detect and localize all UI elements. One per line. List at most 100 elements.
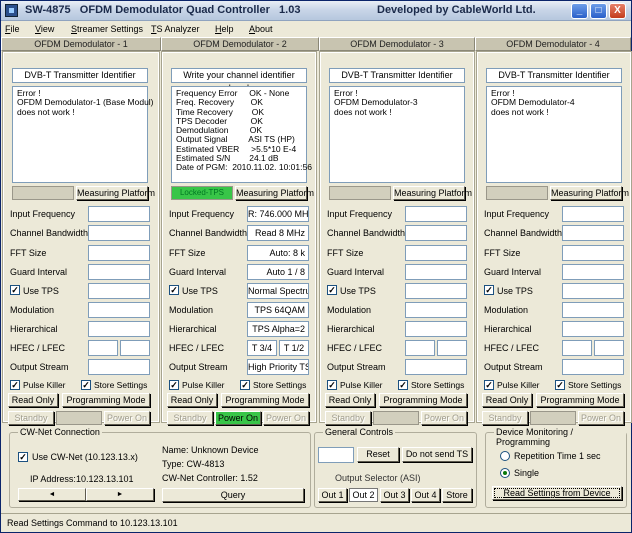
- out-4-button[interactable]: Out 4: [411, 488, 440, 502]
- lock-status-4: [486, 186, 548, 200]
- power-on-button-2[interactable]: Power On: [263, 411, 309, 425]
- hier-field-1: [88, 321, 150, 337]
- label-freq-2: Input Frequency: [169, 209, 235, 219]
- query-button[interactable]: Query: [162, 488, 304, 502]
- repetition-radio[interactable]: [500, 451, 510, 461]
- label-freq-4: Input Frequency: [484, 209, 550, 219]
- label-guard-3: Guard Interval: [327, 267, 385, 277]
- cwnet-controller: CW-Net Controller: 1.52: [162, 473, 258, 483]
- read-only-button-3[interactable]: Read Only: [325, 393, 375, 407]
- fft-field-1: [88, 245, 150, 261]
- programming-mode-button-4[interactable]: Programming Mode: [536, 393, 624, 407]
- label-guard-1: Guard Interval: [10, 267, 68, 277]
- use-cwnet-checkbox[interactable]: ✓: [18, 452, 28, 462]
- pulse-killer-checkbox-4[interactable]: ✓: [484, 380, 494, 390]
- bw-field-2: Read 8 MHz: [247, 225, 309, 241]
- close-button[interactable]: X: [609, 3, 626, 19]
- use-tps-label-4: Use TPS: [497, 286, 533, 296]
- label-hier-4: Hierarchical: [484, 324, 532, 334]
- use-tps-checkbox-4[interactable]: ✓: [484, 285, 494, 295]
- store-settings-checkbox-1[interactable]: ✓: [81, 380, 91, 390]
- use-tps-checkbox-2[interactable]: ✓: [169, 285, 179, 295]
- read-only-button-4[interactable]: Read Only: [482, 393, 532, 407]
- menu-about[interactable]: About: [249, 24, 273, 34]
- pulse-killer-checkbox-2[interactable]: ✓: [169, 380, 179, 390]
- single-radio[interactable]: [500, 468, 510, 478]
- lfec-field-3: [437, 340, 467, 356]
- pulse-killer-checkbox-3[interactable]: ✓: [327, 380, 337, 390]
- mod-field-3: [405, 302, 467, 318]
- use-tps-checkbox-3[interactable]: ✓: [327, 285, 337, 295]
- channel-id-title-3[interactable]: DVB-T Transmitter Identifier: [329, 68, 465, 83]
- channel-id-title-1[interactable]: DVB-T Transmitter Identifier: [12, 68, 148, 83]
- channel-header-2: OFDM Demodulator - 2: [161, 37, 319, 51]
- use-tps-checkbox-1[interactable]: ✓: [10, 285, 20, 295]
- store-settings-checkbox-2[interactable]: ✓: [240, 380, 250, 390]
- standby-button-2[interactable]: Standby: [167, 411, 213, 425]
- read-only-button-2[interactable]: Read Only: [167, 393, 217, 407]
- store-settings-checkbox-3[interactable]: ✓: [398, 380, 408, 390]
- spectrum-field-1: [88, 283, 150, 299]
- label-fft-4: FFT Size: [484, 248, 521, 258]
- channel-panel-3: DVB-T Transmitter Identifier Error ! OFDM …: [319, 51, 475, 425]
- power-status-3: [373, 411, 419, 425]
- minimize-button[interactable]: _: [571, 3, 588, 19]
- store-settings-label-3: Store Settings: [411, 380, 465, 390]
- read-settings-button[interactable]: Read Settings from Device: [492, 486, 622, 500]
- stream-field-1: [88, 359, 150, 375]
- standby-button-3[interactable]: Standby: [325, 411, 371, 425]
- menu-ts-analyzer[interactable]: TS Analyzer: [151, 24, 200, 34]
- prev-ip-button[interactable]: ◄: [18, 488, 86, 501]
- measuring-platform-button-1[interactable]: Measuring Platform: [76, 186, 155, 200]
- freq-field-4: [562, 206, 624, 222]
- store-button[interactable]: Store: [442, 488, 472, 502]
- measuring-platform-button-3[interactable]: Measuring Platform: [393, 186, 472, 200]
- maximize-button[interactable]: □: [590, 3, 607, 19]
- out-2-button[interactable]: Out 2: [349, 488, 378, 502]
- standby-button-4[interactable]: Standby: [482, 411, 528, 425]
- channel-id-title-4[interactable]: DVB-T Transmitter Identifier: [486, 68, 622, 83]
- hfec-field-2: T 3/4: [247, 340, 277, 356]
- label-hier-1: Hierarchical: [10, 324, 58, 334]
- menu-view[interactable]: View: [35, 24, 54, 34]
- lfec-field-2: T 1/2: [279, 340, 309, 356]
- channel-id-box-3: Error ! OFDM Demodulator-3 does not work !: [329, 86, 465, 183]
- lock-status-1: [12, 186, 74, 200]
- mod-field-1: [88, 302, 150, 318]
- monitoring-title: Device Monitoring / Programming: [494, 427, 626, 447]
- next-ip-button[interactable]: ►: [86, 488, 154, 501]
- out-3-button[interactable]: Out 3: [380, 488, 409, 502]
- menu-file[interactable]: File: [5, 24, 20, 34]
- channel-id-title-2[interactable]: Write your channel identifier here!: [171, 68, 307, 93]
- pulse-killer-checkbox-1[interactable]: ✓: [10, 380, 20, 390]
- label-hier-2: Hierarchical: [169, 324, 217, 334]
- programming-mode-button-2[interactable]: Programming Mode: [221, 393, 309, 407]
- standby-button-1[interactable]: Standby: [8, 411, 54, 425]
- store-settings-checkbox-4[interactable]: ✓: [555, 380, 565, 390]
- power-on-button-3[interactable]: Power On: [421, 411, 467, 425]
- power-on-button-1[interactable]: Power On: [104, 411, 150, 425]
- label-stream-3: Output Stream: [327, 362, 386, 372]
- label-bw-4: Channel Bandwidth: [484, 228, 563, 238]
- hfec-field-1: [88, 340, 118, 356]
- power-on-button-4[interactable]: Power On: [578, 411, 624, 425]
- title-bar[interactable]: SW-4875 OFDM Demodulator Quad Controller…: [1, 1, 631, 21]
- programming-mode-button-1[interactable]: Programming Mode: [62, 393, 150, 407]
- use-cwnet-label: Use CW-Net (10.123.13.x): [32, 452, 138, 462]
- menu-help[interactable]: Help: [215, 24, 234, 34]
- general-controls-title: General Controls: [323, 427, 396, 437]
- label-stream-2: Output Stream: [169, 362, 228, 372]
- measuring-platform-button-2[interactable]: Measuring Platform: [235, 186, 314, 200]
- measuring-platform-button-4[interactable]: Measuring Platform: [550, 186, 629, 200]
- programming-mode-button-3[interactable]: Programming Mode: [379, 393, 467, 407]
- general-status-field: [318, 447, 354, 463]
- channel-panel-2: Write your channel identifier here!Frequ…: [161, 51, 317, 425]
- label-fft-1: FFT Size: [10, 248, 47, 258]
- do-not-send-ts-button[interactable]: Do not send TS: [402, 447, 472, 462]
- pulse-killer-label-2: Pulse Killer: [182, 380, 225, 390]
- menu-streamer-settings[interactable]: Streamer Settings: [71, 24, 143, 34]
- read-only-button-1[interactable]: Read Only: [8, 393, 58, 407]
- label-hfec-4: HFEC / LFEC: [484, 343, 540, 353]
- out-1-button[interactable]: Out 1: [318, 488, 347, 502]
- reset-button[interactable]: Reset: [357, 447, 399, 462]
